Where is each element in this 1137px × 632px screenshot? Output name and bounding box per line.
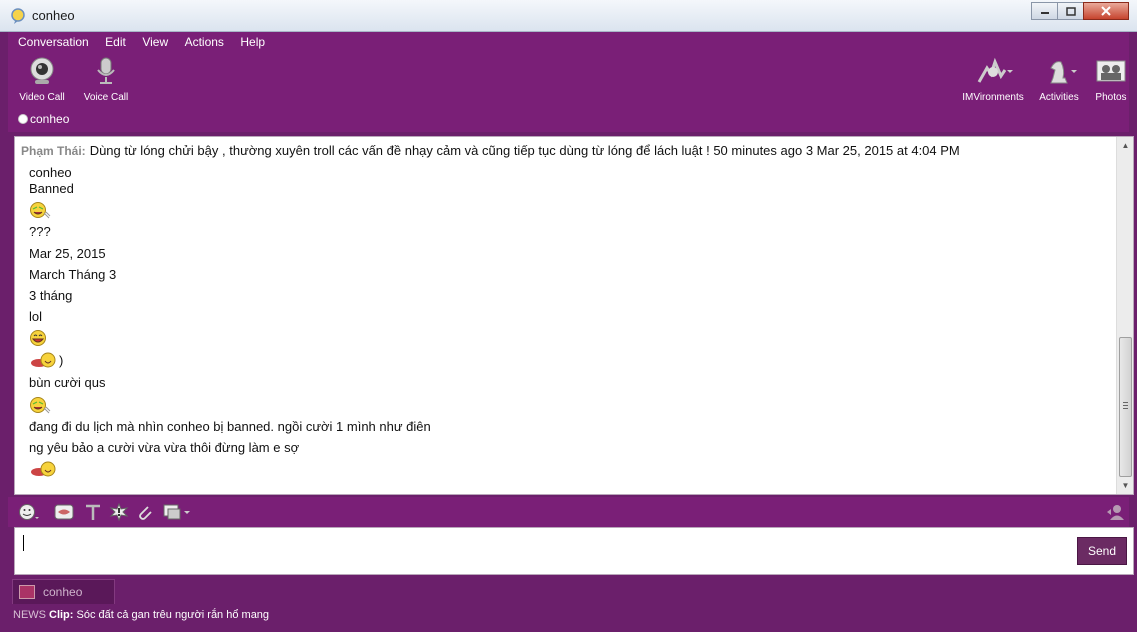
video-call-button[interactable]: Video Call xyxy=(18,56,66,103)
message-text: Dùng từ lóng chửi bậy , thường xuyên tro… xyxy=(89,143,960,158)
image-share-icon xyxy=(163,504,190,520)
message-sender: Phạm Thái: xyxy=(21,144,86,158)
webcam-icon xyxy=(30,57,54,84)
buzz-button[interactable] xyxy=(108,502,130,522)
message-line: Mar 25, 2015 xyxy=(29,246,106,261)
tab-label: conheo xyxy=(43,585,83,599)
maximize-button[interactable] xyxy=(1057,2,1084,20)
messenger-icon xyxy=(11,8,25,24)
message-input[interactable]: Send xyxy=(14,527,1134,575)
contact-avatar-icon xyxy=(19,585,35,599)
minimize-button[interactable] xyxy=(1031,2,1058,20)
imvironments-label: IMVironments xyxy=(962,92,1024,103)
news-label: NEWS xyxy=(13,609,46,621)
contact-name[interactable]: conheo xyxy=(30,112,69,126)
message-line: ) xyxy=(59,353,64,368)
menu-bar: Conversation Edit View Actions Help xyxy=(8,32,1129,52)
news-headline-link[interactable]: Clip: Sóc đất cả gan trêu người rắn hổ m… xyxy=(49,609,269,621)
paperclip-icon xyxy=(139,506,152,520)
contact-status-bar: conheo xyxy=(8,108,1129,132)
close-icon xyxy=(1101,6,1111,16)
tab-conheo[interactable]: conheo xyxy=(12,579,115,604)
microphone-icon xyxy=(97,57,115,84)
voice-call-label: Voice Call xyxy=(83,92,129,103)
message-line: ??? xyxy=(29,224,51,239)
photos-icon xyxy=(1096,60,1126,82)
laughing-emoticon-icon xyxy=(30,397,51,414)
audible-lips-icon xyxy=(54,504,74,520)
toolbar: Video Call Voice Call IMVironments Activ… xyxy=(8,52,1129,108)
person-icon xyxy=(1107,505,1124,520)
rolling-laugh-emoticon-icon xyxy=(31,352,56,368)
rolling-laugh-emoticon-icon xyxy=(31,461,56,477)
message-list: Phạm Thái: Dùng từ lóng chửi bậy , thường… xyxy=(15,137,1115,494)
clip-label: Clip: xyxy=(49,609,74,621)
menu-edit[interactable]: Edit xyxy=(105,32,126,52)
voice-call-button[interactable]: Voice Call xyxy=(82,56,130,103)
message-header: Phạm Thái: Dùng từ lóng chửi bậy , thường… xyxy=(21,143,960,158)
message-line: bùn cười qus xyxy=(29,375,106,390)
buzz-icon xyxy=(109,503,129,521)
message-line: đang đi du lịch mà nhìn conheo bị banned… xyxy=(29,419,431,434)
conversation-pane[interactable]: Phạm Thái: Dùng từ lóng chửi bậy , thường… xyxy=(14,136,1134,495)
message-line: 3 tháng xyxy=(29,288,73,303)
message-line: ng yêu bảo a cười vừa vừa thôi đừng làm … xyxy=(29,440,300,455)
photos-button[interactable]: Photos xyxy=(1092,56,1130,103)
message-line: conheo xyxy=(29,165,72,180)
text-format-button[interactable] xyxy=(82,502,104,522)
conversation-tab-bar: conheo xyxy=(8,577,1129,604)
smiley-icon xyxy=(19,504,39,520)
attach-file-button[interactable] xyxy=(134,502,156,522)
conversation-scrollbar[interactable]: ▲ ▼ xyxy=(1116,137,1133,494)
emoticons-button[interactable] xyxy=(18,502,40,522)
minimize-icon xyxy=(1040,12,1049,14)
clip-text: Sóc đất cả gan trêu người rắn hổ mang xyxy=(76,609,270,621)
scroll-down-icon[interactable]: ▼ xyxy=(1117,477,1133,494)
menu-actions[interactable]: Actions xyxy=(185,32,224,52)
video-call-label: Video Call xyxy=(19,92,65,103)
status-dot-icon xyxy=(18,114,28,124)
share-photo-button[interactable] xyxy=(162,502,192,522)
news-ticker: NEWS Clip: Sóc đất cả gan trêu người rắn… xyxy=(8,604,1129,626)
menu-help[interactable]: Help xyxy=(240,32,265,52)
activities-button[interactable]: Activities xyxy=(1036,56,1082,103)
activities-label: Activities xyxy=(1039,92,1079,103)
message-line: lol xyxy=(29,309,43,324)
close-button[interactable] xyxy=(1083,2,1129,20)
title-bar: conheo xyxy=(0,0,1137,32)
scrollbar-thumb[interactable] xyxy=(1119,337,1132,477)
imvironments-button[interactable]: IMVironments xyxy=(960,56,1026,103)
message-line: Banned xyxy=(29,181,74,196)
chess-knight-icon xyxy=(1050,61,1077,84)
menu-conversation[interactable]: Conversation xyxy=(18,32,89,52)
photos-label: Photos xyxy=(1095,92,1127,103)
audibles-button[interactable] xyxy=(53,502,75,522)
text-format-icon xyxy=(86,504,100,520)
big-grin-emoticon-icon xyxy=(30,330,46,346)
menu-view[interactable]: View xyxy=(142,32,168,52)
formatting-toolbar xyxy=(8,497,1129,527)
message-line: March Tháng 3 xyxy=(29,267,117,282)
maximize-icon xyxy=(1065,6,1076,16)
contact-details-button[interactable] xyxy=(1104,502,1126,522)
laughing-emoticon-icon xyxy=(30,202,51,219)
window-title: conheo xyxy=(32,8,75,23)
imvironments-icon xyxy=(977,57,1013,83)
scroll-up-icon[interactable]: ▲ xyxy=(1117,137,1133,154)
send-button[interactable]: Send xyxy=(1077,537,1127,565)
text-caret xyxy=(23,535,24,551)
